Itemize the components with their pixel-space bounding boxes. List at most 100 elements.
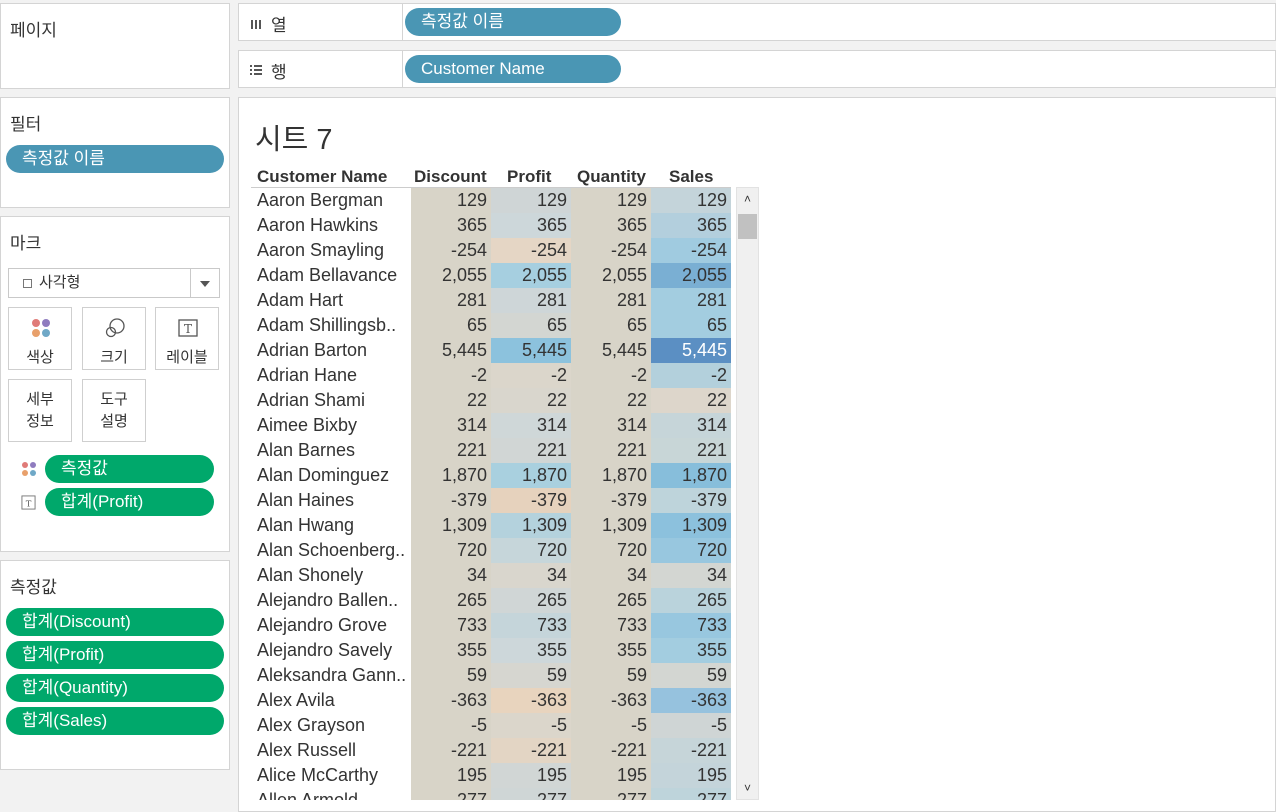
scroll-thumb[interactable]: [738, 214, 757, 239]
quantity-cell[interactable]: 65: [571, 313, 651, 338]
profit-cell[interactable]: 265: [491, 588, 571, 613]
discount-cell[interactable]: 2,055: [411, 263, 491, 288]
profit-cell[interactable]: 22: [491, 388, 571, 413]
profit-cell[interactable]: 221: [491, 438, 571, 463]
discount-cell[interactable]: 65: [411, 313, 491, 338]
sales-cell[interactable]: -5: [651, 713, 731, 738]
quantity-cell[interactable]: 733: [571, 613, 651, 638]
customer-name-cell[interactable]: Adrian Hane: [257, 365, 413, 386]
customer-name-cell[interactable]: Adrian Barton: [257, 340, 413, 361]
discount-cell[interactable]: -5: [411, 713, 491, 738]
sales-cell[interactable]: 733: [651, 613, 731, 638]
scroll-down-icon[interactable]: ˅: [737, 781, 758, 795]
customer-name-cell[interactable]: Alan Dominguez: [257, 465, 413, 486]
measure-pill-quantity[interactable]: 합계(Quantity): [6, 674, 224, 702]
mark-type-dropdown[interactable]: 사각형: [8, 268, 220, 298]
sales-cell[interactable]: 1,309: [651, 513, 731, 538]
customer-name-cell[interactable]: Alan Shonely: [257, 565, 413, 586]
discount-cell[interactable]: -2: [411, 363, 491, 388]
measure-pill-profit[interactable]: 합계(Profit): [6, 641, 224, 669]
profit-cell[interactable]: 733: [491, 613, 571, 638]
discount-cell[interactable]: 22: [411, 388, 491, 413]
quantity-cell[interactable]: 265: [571, 588, 651, 613]
profit-cell[interactable]: 1,870: [491, 463, 571, 488]
profit-cell[interactable]: 59: [491, 663, 571, 688]
discount-cell[interactable]: 314: [411, 413, 491, 438]
table-row[interactable]: Alex Russell -221 -221 -221 -221: [251, 738, 731, 763]
profit-cell[interactable]: 365: [491, 213, 571, 238]
customer-name-cell[interactable]: Alan Barnes: [257, 440, 413, 461]
profit-cell[interactable]: 65: [491, 313, 571, 338]
quantity-cell[interactable]: 365: [571, 213, 651, 238]
discount-cell[interactable]: 195: [411, 763, 491, 788]
sales-cell[interactable]: 34: [651, 563, 731, 588]
table-row[interactable]: Adrian Barton 5,445 5,445 5,445 5,445: [251, 338, 731, 363]
table-row[interactable]: Alex Avila -363 -363 -363 -363: [251, 688, 731, 713]
profit-cell[interactable]: 2,055: [491, 263, 571, 288]
discount-cell[interactable]: 365: [411, 213, 491, 238]
marks-pill-measure-values[interactable]: 측정값: [45, 455, 214, 483]
sales-cell[interactable]: -254: [651, 238, 731, 263]
quantity-cell[interactable]: 129: [571, 188, 651, 213]
measure-pill-sales[interactable]: 합계(Sales): [6, 707, 224, 735]
sales-cell[interactable]: -221: [651, 738, 731, 763]
marks-pill-sum-profit[interactable]: 합계(Profit): [45, 488, 214, 516]
profit-cell[interactable]: -2: [491, 363, 571, 388]
quantity-cell[interactable]: 1,309: [571, 513, 651, 538]
customer-name-cell[interactable]: Allen Armold: [257, 790, 413, 800]
table-row[interactable]: Allen Armold 277 277 277 277: [251, 788, 731, 800]
color-button[interactable]: 색상: [8, 307, 72, 370]
table-row[interactable]: Alejandro Savely 355 355 355 355: [251, 638, 731, 663]
sales-cell[interactable]: 221: [651, 438, 731, 463]
quantity-cell[interactable]: -379: [571, 488, 651, 513]
sales-cell[interactable]: 59: [651, 663, 731, 688]
customer-name-cell[interactable]: Aimee Bixby: [257, 415, 413, 436]
profit-cell[interactable]: 281: [491, 288, 571, 313]
table-row[interactable]: Alan Schoenberg.. 720 720 720 720: [251, 538, 731, 563]
customer-name-cell[interactable]: Adam Shillingsb..: [257, 315, 413, 336]
customer-name-cell[interactable]: Aaron Bergman: [257, 190, 413, 211]
table-row[interactable]: Adam Hart 281 281 281 281: [251, 288, 731, 313]
discount-cell[interactable]: 355: [411, 638, 491, 663]
customer-name-cell[interactable]: Alex Russell: [257, 740, 413, 761]
sales-cell[interactable]: 5,445: [651, 338, 731, 363]
columns-pill-measure-names[interactable]: 측정값 이름: [405, 8, 621, 36]
quantity-cell[interactable]: -221: [571, 738, 651, 763]
header-customer-name[interactable]: Customer Name: [257, 167, 387, 187]
table-row[interactable]: Alice McCarthy 195 195 195 195: [251, 763, 731, 788]
table-row[interactable]: Alan Shonely 34 34 34 34: [251, 563, 731, 588]
sales-cell[interactable]: 129: [651, 188, 731, 213]
quantity-cell[interactable]: 221: [571, 438, 651, 463]
profit-cell[interactable]: 129: [491, 188, 571, 213]
customer-name-cell[interactable]: Alejandro Ballen..: [257, 590, 413, 611]
label-button[interactable]: T 레이블: [155, 307, 219, 370]
sales-cell[interactable]: -2: [651, 363, 731, 388]
profit-cell[interactable]: 720: [491, 538, 571, 563]
table-row[interactable]: Alan Hwang 1,309 1,309 1,309 1,309: [251, 513, 731, 538]
profit-cell[interactable]: -5: [491, 713, 571, 738]
quantity-cell[interactable]: 34: [571, 563, 651, 588]
profit-cell[interactable]: -363: [491, 688, 571, 713]
discount-cell[interactable]: -254: [411, 238, 491, 263]
tooltip-button[interactable]: 도구 설명: [82, 379, 146, 442]
customer-name-cell[interactable]: Alex Avila: [257, 690, 413, 711]
customer-name-cell[interactable]: Alejandro Grove: [257, 615, 413, 636]
quantity-cell[interactable]: 5,445: [571, 338, 651, 363]
table-row[interactable]: Aaron Smayling -254 -254 -254 -254: [251, 238, 731, 263]
header-discount[interactable]: Discount: [414, 167, 487, 187]
profit-cell[interactable]: -254: [491, 238, 571, 263]
quantity-cell[interactable]: 22: [571, 388, 651, 413]
profit-cell[interactable]: 34: [491, 563, 571, 588]
customer-name-cell[interactable]: Aaron Hawkins: [257, 215, 413, 236]
discount-cell[interactable]: 59: [411, 663, 491, 688]
customer-name-cell[interactable]: Alan Hwang: [257, 515, 413, 536]
quantity-cell[interactable]: -5: [571, 713, 651, 738]
scroll-up-icon[interactable]: ˄: [737, 192, 758, 206]
sales-cell[interactable]: 314: [651, 413, 731, 438]
rows-pill-customer-name[interactable]: Customer Name: [405, 55, 621, 83]
discount-cell[interactable]: 281: [411, 288, 491, 313]
table-row[interactable]: Alan Barnes 221 221 221 221: [251, 438, 731, 463]
table-row[interactable]: Aleksandra Gann.. 59 59 59 59: [251, 663, 731, 688]
discount-cell[interactable]: -363: [411, 688, 491, 713]
sales-cell[interactable]: 720: [651, 538, 731, 563]
